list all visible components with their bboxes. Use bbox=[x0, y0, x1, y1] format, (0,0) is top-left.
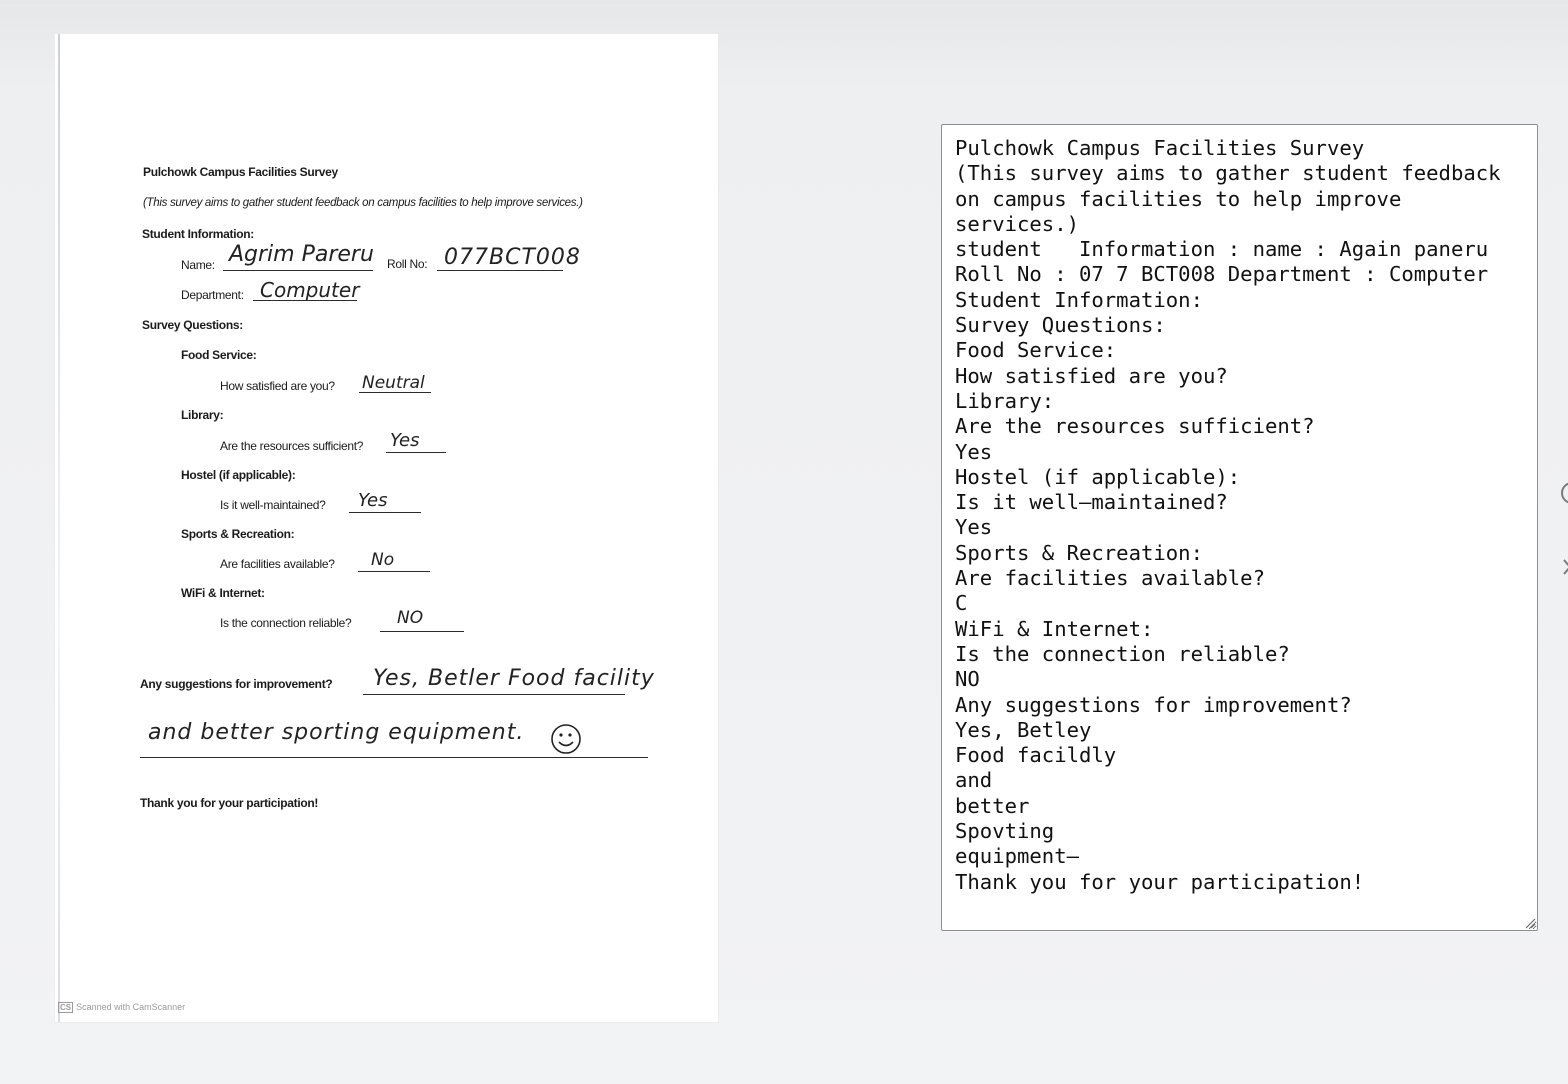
name-handwritten: Agrim Pareru bbox=[229, 242, 374, 267]
roll-underline bbox=[437, 270, 563, 271]
name-label: Name: bbox=[181, 258, 215, 272]
suggestion-underline-1 bbox=[363, 694, 625, 695]
thanks-text: Thank you for your participation! bbox=[140, 796, 319, 810]
partial-circle-icon[interactable] bbox=[1556, 476, 1568, 510]
section-heading-hostel: Hostel (if applicable): bbox=[181, 468, 296, 482]
suggestion-label: Any suggestions for improvement? bbox=[140, 677, 333, 691]
section-heading-sports: Sports & Recreation: bbox=[181, 527, 295, 541]
answer-hostel: Yes bbox=[358, 490, 388, 511]
roll-handwritten: 077BCT008 bbox=[444, 245, 581, 270]
resize-grip-icon[interactable] bbox=[1522, 915, 1536, 929]
survey-title: Pulchowk Campus Facilities Survey bbox=[143, 165, 338, 179]
department-handwritten: Computer bbox=[260, 278, 360, 302]
answer-wifi-underline bbox=[380, 631, 464, 632]
suggestion-handwritten-line2: and better sporting equipment. bbox=[148, 720, 525, 745]
question-hostel: Is it well-maintained? bbox=[220, 498, 326, 512]
department-underline bbox=[253, 300, 357, 301]
camscanner-watermark: CS Scanned with CamScanner bbox=[58, 1002, 185, 1013]
camscanner-text: Scanned with CamScanner bbox=[76, 1002, 186, 1012]
section-heading-food: Food Service: bbox=[181, 348, 257, 362]
department-label: Department: bbox=[181, 288, 244, 302]
answer-library-underline bbox=[386, 452, 446, 453]
answer-hostel-underline bbox=[349, 512, 421, 513]
survey-questions-heading: Survey Questions: bbox=[142, 318, 243, 332]
question-food: How satisfied are you? bbox=[220, 379, 335, 393]
scanned-document-image: Pulchowk Campus Facilities Survey (This … bbox=[55, 34, 718, 1022]
partial-arrow-icon[interactable] bbox=[1558, 556, 1568, 578]
question-wifi: Is the connection reliable? bbox=[220, 616, 352, 630]
suggestion-handwritten-line1: Yes, Betler Food facility bbox=[373, 666, 655, 691]
answer-wifi: NO bbox=[397, 608, 424, 628]
ocr-output-textarea[interactable]: Pulchowk Campus Facilities Survey (This … bbox=[941, 124, 1538, 931]
question-library: Are the resources sufficient? bbox=[220, 439, 364, 453]
answer-food-underline bbox=[359, 392, 431, 393]
survey-intro: (This survey aims to gather student feed… bbox=[143, 197, 583, 209]
answer-library: Yes bbox=[390, 430, 420, 451]
answer-food: Neutral bbox=[362, 373, 425, 393]
question-sports: Are facilities available? bbox=[220, 557, 335, 571]
roll-label: Roll No: bbox=[387, 257, 428, 271]
paper-scan-edge bbox=[58, 34, 60, 1022]
section-heading-wifi: WiFi & Internet: bbox=[181, 586, 265, 600]
answer-sports: No bbox=[371, 550, 395, 570]
name-underline bbox=[223, 270, 373, 271]
smiley-face-icon bbox=[551, 724, 581, 754]
camscanner-logo: CS bbox=[58, 1002, 74, 1013]
suggestion-underline-2 bbox=[140, 757, 648, 758]
section-heading-library: Library: bbox=[181, 408, 224, 422]
student-info-heading: Student Information: bbox=[142, 227, 254, 241]
answer-sports-underline bbox=[358, 571, 430, 572]
